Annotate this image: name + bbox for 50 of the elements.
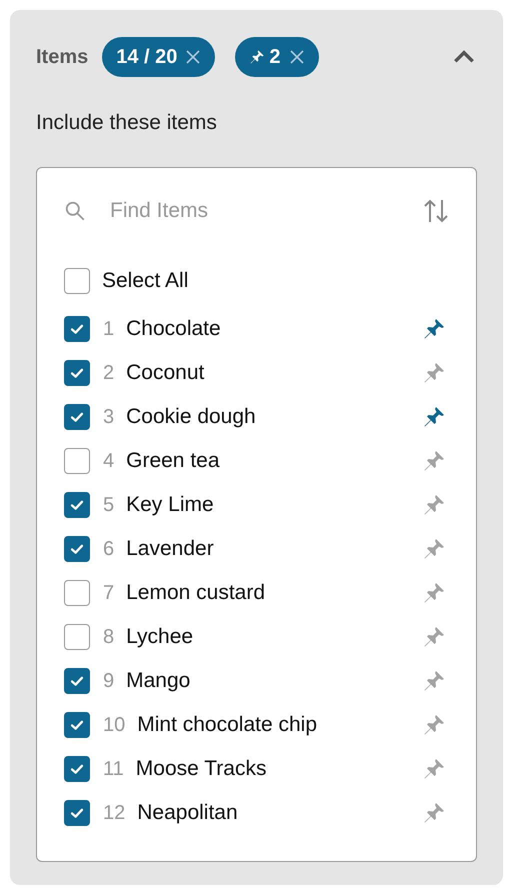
item-checkbox[interactable]	[64, 580, 90, 606]
item-checkbox[interactable]	[64, 492, 90, 518]
item-checkbox[interactable]	[64, 756, 90, 782]
item-checkbox[interactable]	[64, 448, 90, 474]
item-number: 3	[103, 406, 114, 428]
search-field[interactable]: Find Items	[96, 199, 412, 223]
item-number: 4	[103, 450, 114, 472]
item-label: Lychee	[126, 625, 194, 649]
item-checkbox[interactable]	[64, 316, 90, 342]
section-label: Include these items	[36, 110, 218, 136]
select-all-checkbox[interactable]	[64, 268, 90, 294]
item-number: 11	[103, 758, 124, 780]
item-number: 9	[103, 670, 114, 692]
item-label: Select All	[102, 269, 188, 293]
item-checkbox[interactable]	[64, 536, 90, 562]
chip-label: 14 / 20	[116, 46, 178, 68]
item-number: 1	[103, 318, 114, 340]
item-checkbox[interactable]	[64, 624, 90, 650]
item-checkbox[interactable]	[64, 404, 90, 430]
search-icon	[64, 200, 86, 222]
item-number: 5	[103, 494, 114, 516]
sort-icon[interactable]	[422, 197, 450, 225]
item-label: Coconut	[126, 361, 204, 385]
item-number: 12	[103, 802, 126, 824]
item-label: Moose Tracks	[136, 757, 266, 781]
item-number: 2	[103, 362, 114, 384]
item-label: Lemon custard	[126, 581, 266, 605]
item-checkbox[interactable]	[64, 712, 90, 738]
item-label: Cookie dough	[126, 405, 256, 429]
item-checkbox[interactable]	[64, 668, 90, 694]
filter-chip[interactable]: 2	[235, 37, 319, 77]
item-number: 6	[103, 538, 114, 560]
item-number: 7	[103, 582, 114, 604]
item-number: 8	[103, 626, 114, 648]
pin-icon	[249, 49, 266, 65]
chip-label: 2	[269, 46, 281, 68]
close-icon[interactable]	[185, 49, 202, 65]
section-title: Items	[36, 46, 88, 68]
item-checkbox[interactable]	[64, 360, 90, 386]
item-checkbox[interactable]	[64, 800, 90, 826]
item-label: Chocolate	[126, 317, 221, 341]
item-label: Mango	[126, 669, 190, 693]
close-icon[interactable]	[288, 49, 305, 65]
item-label: Green tea	[126, 449, 220, 473]
item-label: Lavender	[126, 537, 214, 561]
filter-chip[interactable]: 14 / 20	[102, 37, 216, 77]
item-number: 10	[103, 714, 126, 736]
item-label: Neapolitan	[137, 801, 238, 825]
item-label: Key Lime	[126, 493, 214, 517]
item-label: Mint chocolate chip	[137, 713, 318, 737]
